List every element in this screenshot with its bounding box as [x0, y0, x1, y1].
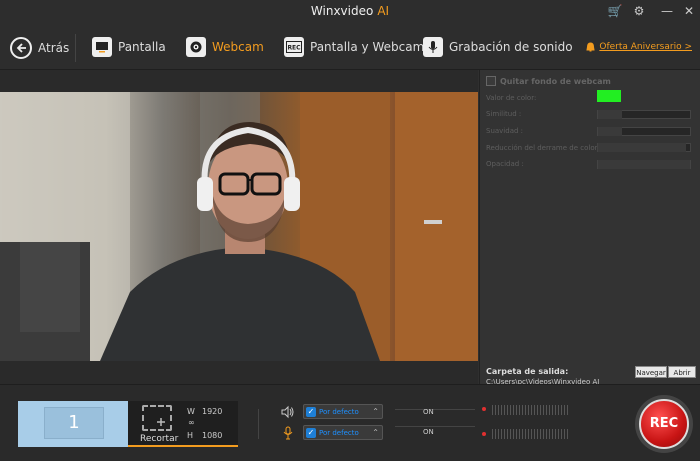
- speaker-level-indicator: [482, 407, 486, 411]
- similarity-slider-knob[interactable]: [598, 110, 622, 119]
- tab-grabacion-sonido[interactable]: Grabación de sonido: [423, 35, 573, 59]
- color-swatch[interactable]: [597, 90, 621, 102]
- mic-source-select[interactable]: ✓ Por defecto ⌃: [303, 425, 383, 440]
- height-label: H: [187, 431, 194, 440]
- similarity-slider[interactable]: [597, 110, 691, 119]
- mic-level-meter: [492, 429, 570, 439]
- speaker-source-value: Por defecto: [319, 407, 359, 416]
- crop-icon: [142, 405, 172, 431]
- bottom-bar: 1 Recortar W 1920 ∞ H 1080 ✓ Por defecto…: [0, 384, 700, 461]
- title-bar: Winxvideo AI 🛒 ⚙ — ✕: [0, 0, 700, 24]
- height-value[interactable]: 1080: [202, 431, 222, 440]
- webcam-icon: [186, 37, 206, 57]
- browse-button[interactable]: Navegar: [635, 366, 667, 378]
- tab-pantalla-webcam[interactable]: REC Pantalla y Webcam: [284, 35, 424, 59]
- rec-icon: REC: [284, 37, 304, 57]
- spill-reduction-label: Reducción del derrame de color :: [486, 144, 603, 152]
- anniversary-offer-link[interactable]: Oferta Aniversario >: [586, 42, 692, 52]
- tab-webcam-label: Webcam: [212, 40, 264, 54]
- bell-icon: [586, 42, 595, 52]
- speaker-level-meter: [492, 405, 570, 415]
- crop-label: Recortar: [140, 434, 179, 444]
- speaker-enabled-checkbox[interactable]: ✓: [306, 406, 316, 417]
- webcam-frame-image: [0, 92, 478, 361]
- cart-icon[interactable]: 🛒: [606, 3, 624, 19]
- opacity-slider[interactable]: [597, 160, 691, 169]
- screen-number: 1: [44, 407, 104, 439]
- offer-label: Oferta Aniversario >: [599, 42, 692, 52]
- smoothness-slider-knob[interactable]: [598, 127, 622, 136]
- screen-icon: [92, 37, 112, 57]
- mic-state[interactable]: ON: [423, 428, 434, 436]
- crop-area[interactable]: Recortar W 1920 ∞ H 1080: [128, 401, 238, 447]
- bottom-divider: [258, 409, 259, 439]
- speaker-icon[interactable]: [281, 405, 295, 419]
- opacity-slider-knob[interactable]: [598, 160, 690, 169]
- output-folder-title: Carpeta de salida:: [486, 367, 569, 376]
- tab-pantalla-label: Pantalla: [118, 40, 166, 54]
- minimize-button[interactable]: —: [658, 3, 676, 19]
- mic-level-indicator: [482, 432, 486, 436]
- settings-gear-icon[interactable]: ⚙: [630, 3, 648, 19]
- smoothness-slider[interactable]: [597, 127, 691, 136]
- speaker-state[interactable]: ON: [423, 408, 434, 416]
- open-button[interactable]: Abrir: [668, 366, 696, 378]
- spill-reduction-slider[interactable]: [597, 143, 691, 152]
- audio-connector-lines: [395, 409, 475, 427]
- tab-webcam[interactable]: Webcam: [186, 35, 264, 59]
- svg-text:REC: REC: [287, 45, 301, 52]
- window-title: Winxvideo AI: [0, 4, 700, 18]
- width-value[interactable]: 1920: [202, 407, 222, 416]
- tab-pantalla[interactable]: Pantalla: [92, 35, 166, 59]
- title-main: Winxvideo: [310, 4, 374, 18]
- close-button[interactable]: ✕: [680, 3, 698, 19]
- smoothness-label: Suavidad :: [486, 127, 524, 135]
- rec-button-ring: REC: [635, 395, 693, 453]
- similarity-label: Similitud :: [486, 110, 522, 118]
- opacity-label: Opacidad :: [486, 160, 524, 168]
- checkbox-box: [486, 76, 496, 86]
- title-ai: AI: [377, 4, 390, 18]
- tab-grabacion-sonido-label: Grabación de sonido: [449, 40, 573, 54]
- rec-button[interactable]: REC: [639, 399, 689, 449]
- back-button[interactable]: Atrás: [10, 36, 69, 60]
- nav-bar: Atrás Pantalla Webcam REC Pantalla y Web…: [0, 24, 700, 70]
- mic-enabled-checkbox[interactable]: ✓: [306, 427, 316, 438]
- tab-pantalla-webcam-label: Pantalla y Webcam: [310, 40, 425, 54]
- app-window: Winxvideo AI 🛒 ⚙ — ✕ Atrás Pantalla Webca…: [0, 0, 700, 461]
- back-label: Atrás: [38, 41, 70, 55]
- chevron-updown-icon: ⌃: [372, 428, 379, 437]
- preview-area: [0, 70, 478, 384]
- spill-reduction-slider-knob[interactable]: [598, 143, 686, 152]
- webcam-preview: [0, 92, 478, 361]
- color-value-label: Valor de color:: [486, 94, 537, 102]
- back-arrow-icon: [10, 37, 32, 59]
- screen-selector[interactable]: 1: [18, 401, 128, 447]
- link-aspect-icon[interactable]: ∞: [188, 418, 195, 427]
- remove-background-checkbox[interactable]: Quitar fondo de webcam: [486, 76, 611, 86]
- width-label: W: [187, 407, 195, 416]
- mic-source-value: Por defecto: [319, 428, 359, 437]
- remove-background-label: Quitar fondo de webcam: [500, 76, 611, 86]
- microphone-input-icon[interactable]: [281, 426, 295, 440]
- settings-panel: Quitar fondo de webcam Valor de color: S…: [479, 70, 700, 386]
- speaker-source-select[interactable]: ✓ Por defecto ⌃: [303, 404, 383, 419]
- nav-divider: [75, 34, 76, 62]
- chevron-updown-icon: ⌃: [372, 407, 379, 416]
- microphone-icon: [423, 37, 443, 57]
